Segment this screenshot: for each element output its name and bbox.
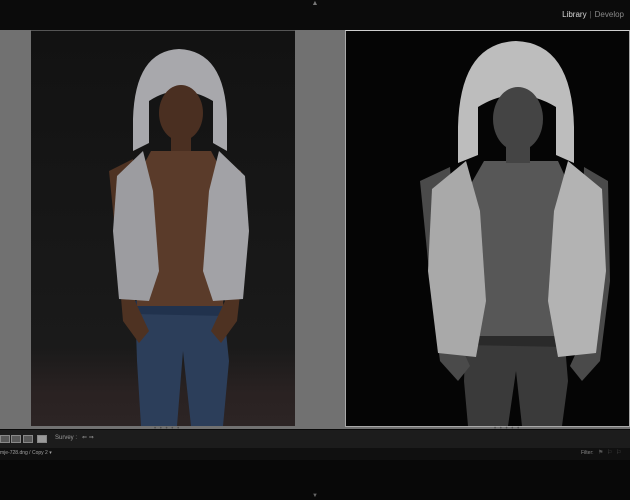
survey-work-area: • • • • • • • • • • (0, 30, 630, 432)
module-bar: ▲ Library | Develop (0, 0, 630, 30)
module-library[interactable]: Library (562, 10, 586, 19)
survey-view-icon[interactable] (37, 435, 47, 443)
flag-filter-icons[interactable]: ⚑ ⚐ ⚐ (598, 449, 622, 456)
loupe-view-icon[interactable] (11, 435, 21, 443)
bottom-panel: ▼ (0, 460, 630, 500)
module-develop[interactable]: Develop (595, 10, 624, 19)
photo-bw-image (420, 41, 610, 426)
compare-view-icon[interactable] (23, 435, 33, 443)
module-picker: Library | Develop (562, 10, 624, 19)
module-separator: | (589, 10, 592, 19)
photo-black-and-white[interactable] (345, 30, 630, 427)
top-panel-toggle-icon[interactable]: ▲ (310, 0, 320, 8)
survey-nav-arrows[interactable]: ⇐ ⇒ (82, 434, 94, 441)
photo-color[interactable] (31, 30, 295, 426)
grid-view-icon[interactable] (0, 435, 10, 443)
photo-color-image (109, 49, 249, 426)
filmstrip-bar: mje-728.dng / Copy 2 ▾ Filter: ⚑ ⚐ ⚐ (0, 448, 630, 460)
bottom-panel-toggle-icon[interactable]: ▼ (312, 493, 318, 499)
survey-label: Survey : (55, 435, 78, 441)
filename-source[interactable]: mje-728.dng / Copy 2 ▾ (0, 450, 52, 456)
toolbar: Survey : ⇐ ⇒ (0, 429, 630, 449)
filter-label: Filter: (581, 450, 594, 456)
